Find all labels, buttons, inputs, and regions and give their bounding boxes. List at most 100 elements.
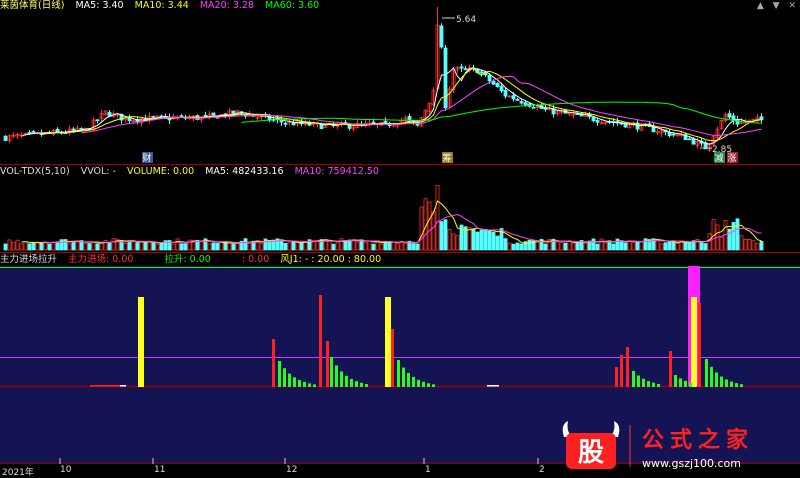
volume-bar (291, 241, 296, 251)
indicator-bar (432, 384, 435, 387)
indicator-bar (385, 297, 391, 387)
volume-bar (303, 241, 308, 251)
volume-bar (175, 238, 180, 251)
candlestick (463, 68, 468, 71)
indicator-bar (689, 382, 692, 387)
indicator-bar (326, 341, 329, 387)
volume-bar (699, 241, 704, 251)
indicator-bar (272, 339, 275, 387)
event-marker: 财 (143, 152, 152, 164)
candlestick (595, 120, 600, 123)
candlestick (687, 138, 692, 141)
x-axis-label: 10 (60, 465, 72, 475)
main-entry-readout: 主力进场: 0.00 (68, 254, 134, 265)
volume-bar (27, 243, 32, 251)
volume-bar (71, 241, 76, 251)
volume-bar (403, 242, 408, 251)
volume-bar (391, 241, 396, 251)
volume-chart[interactable] (0, 166, 800, 253)
indicator-bar (407, 373, 410, 387)
volume-bar (155, 243, 160, 251)
volume-bar (171, 243, 176, 251)
volume-bar (739, 235, 744, 251)
price-chart[interactable]: 5.642.85财筹减涨 (0, 0, 800, 165)
candlestick (71, 128, 76, 131)
volume-bar (135, 242, 140, 251)
chart-window: 莱茵体育(日线) MA5: 3.40 MA10: 3.44 MA20: 3.28… (0, 0, 800, 478)
indicator-bar (138, 297, 144, 387)
indicator-bar (427, 383, 430, 387)
indicator-bar (360, 382, 363, 387)
volume-bar (563, 242, 568, 251)
candlestick (487, 74, 492, 82)
indicator-bar (730, 381, 733, 387)
volume-bar (443, 219, 448, 251)
volume-bar (479, 229, 484, 251)
volume-bar (631, 241, 636, 251)
volume-bar (127, 241, 132, 251)
volume-bar (603, 242, 608, 251)
volume-bar (51, 241, 56, 251)
volume-bar (627, 240, 632, 251)
volume-bar (519, 243, 524, 251)
candlestick (491, 80, 496, 85)
indicator-bar (615, 367, 618, 387)
volume-bar (87, 243, 92, 251)
volume-bar (43, 241, 48, 251)
volume-bar (431, 211, 436, 251)
volume-bar (119, 240, 124, 251)
volume-bar (219, 241, 224, 251)
volume-bar (367, 240, 372, 251)
volume-bar (243, 238, 248, 251)
indicator-bar (647, 381, 650, 387)
volume-bar (707, 233, 712, 251)
event-marker: 减 (715, 152, 724, 164)
volume-bar (199, 240, 204, 251)
volume-bar (747, 239, 752, 251)
indicator-bar (345, 375, 348, 387)
volume-bar (111, 238, 116, 251)
candlestick (495, 82, 500, 88)
candlestick (479, 71, 484, 74)
volume-bar (527, 239, 532, 251)
indicator-bar (642, 378, 645, 387)
indicator-bar (674, 375, 677, 387)
volume-bar (419, 206, 424, 251)
candlestick (515, 99, 520, 101)
volume-bar (735, 218, 740, 251)
volume-bar (591, 238, 596, 251)
volume-bar (687, 241, 692, 251)
x-axis-label: 12 (286, 465, 298, 475)
volume-bar (643, 238, 648, 251)
candlestick (523, 102, 528, 106)
volume-bar (211, 242, 216, 251)
candlestick (439, 25, 444, 48)
volume-bar (287, 241, 292, 251)
volume-bar (439, 221, 444, 251)
value3-readout: : 0.00 (241, 254, 270, 265)
candlestick (151, 116, 156, 118)
volume-bar (123, 242, 128, 251)
volume-bar (95, 243, 100, 251)
volume-bar (759, 240, 764, 251)
indicator-bar (293, 377, 296, 387)
volume-bar (663, 242, 668, 251)
candlestick (499, 86, 504, 92)
volume-bar (355, 241, 360, 251)
indicator-bar (298, 380, 301, 387)
indicator-bar (283, 368, 286, 387)
volume-bar (743, 238, 748, 251)
volume-bar (507, 242, 512, 251)
volume-bar (559, 241, 564, 251)
indicator-bar (350, 378, 353, 387)
volume-bar (143, 242, 148, 251)
volume-bar (83, 243, 88, 251)
volume-bar (611, 243, 616, 251)
indicator-bar (684, 380, 687, 387)
volume-bar (595, 243, 600, 251)
volume-bar (363, 241, 368, 251)
volume-bar (3, 243, 8, 251)
candlestick (443, 47, 448, 109)
indicator-title[interactable]: 主力进场拉升 (0, 254, 57, 265)
candlestick (503, 90, 508, 97)
